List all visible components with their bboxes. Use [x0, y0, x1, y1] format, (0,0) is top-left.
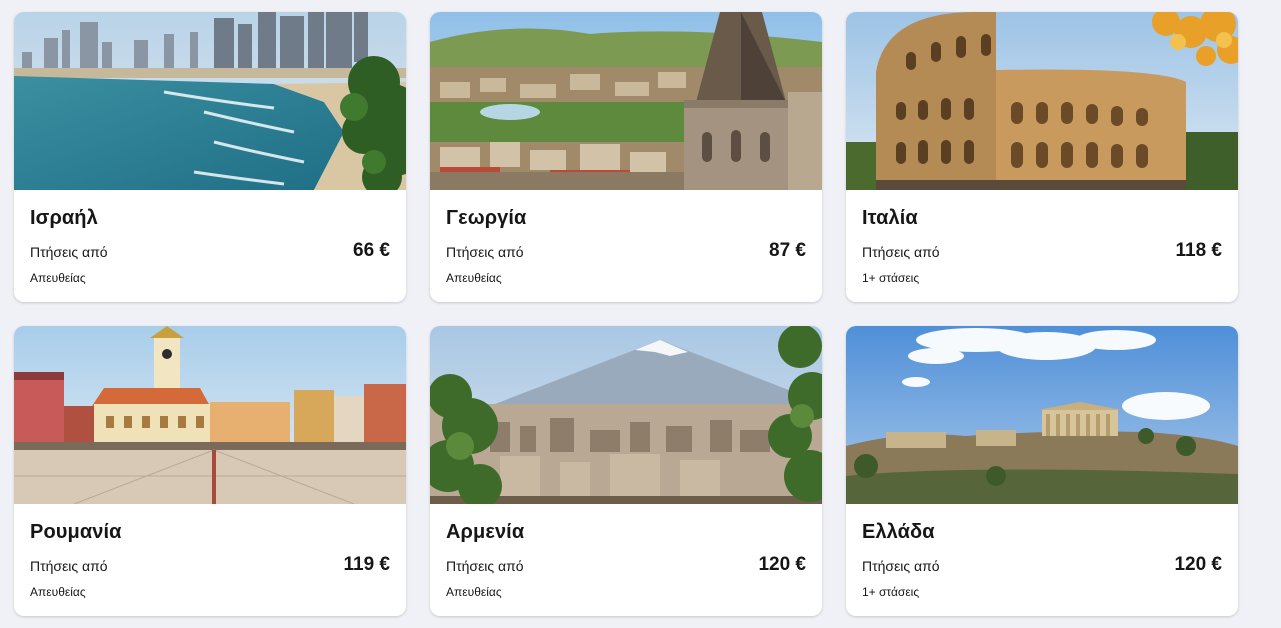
stops-info: Απευθείας	[446, 585, 502, 599]
flights-from-label: Πτήσεις από	[862, 558, 940, 574]
destination-card-israel[interactable]: Ισραήλ Πτήσεις από 66 € Απευθείας	[14, 12, 406, 302]
stops-info: Απευθείας	[446, 271, 502, 285]
price: 66 €	[353, 240, 390, 261]
stops-info: Απευθείας	[30, 585, 86, 599]
destination-card-romania[interactable]: Ρουμανία Πτήσεις από 119 € Απευθείας	[14, 326, 406, 616]
tbilisi-church-photo[interactable]	[430, 12, 822, 190]
price: 118 €	[1175, 240, 1223, 261]
price: 119 €	[343, 554, 391, 575]
destination-name: Αρμενία	[446, 521, 525, 543]
tel-aviv-beach-photo[interactable]	[14, 12, 406, 190]
destination-name: Γεωργία	[446, 207, 527, 229]
flights-from-label: Πτήσεις από	[30, 244, 108, 260]
destination-card-georgia[interactable]: Γεωργία Πτήσεις από 87 € Απευθείας	[430, 12, 822, 302]
destination-name: Ελλάδα	[862, 521, 935, 543]
athens-acropolis-photo[interactable]	[846, 326, 1238, 504]
price: 120 €	[758, 554, 806, 575]
flights-from-label: Πτήσεις από	[862, 244, 940, 260]
destination-name: Ρουμανία	[30, 521, 122, 543]
destination-card-italy[interactable]: Ιταλία Πτήσεις από 118 € 1+ στάσεις	[846, 12, 1238, 302]
destination-card-greece[interactable]: Ελλάδα Πτήσεις από 120 € 1+ στάσεις	[846, 326, 1238, 616]
destination-name: Ιταλία	[862, 207, 918, 229]
brasov-square-photo[interactable]	[14, 326, 406, 504]
rome-colosseum-photo[interactable]	[846, 12, 1238, 190]
destination-card-armenia[interactable]: Αρμενία Πτήσεις από 120 € Απευθείας	[430, 326, 822, 616]
flights-from-label: Πτήσεις από	[446, 558, 524, 574]
flights-from-label: Πτήσεις από	[30, 558, 108, 574]
price: 87 €	[769, 240, 806, 261]
stops-info: 1+ στάσεις	[862, 585, 920, 599]
yerevan-ararat-photo[interactable]	[430, 326, 822, 504]
price: 120 €	[1174, 554, 1222, 575]
flights-from-label: Πτήσεις από	[446, 244, 524, 260]
destination-name: Ισραήλ	[30, 207, 98, 229]
stops-info: Απευθείας	[30, 271, 86, 285]
stops-info: 1+ στάσεις	[862, 271, 920, 285]
